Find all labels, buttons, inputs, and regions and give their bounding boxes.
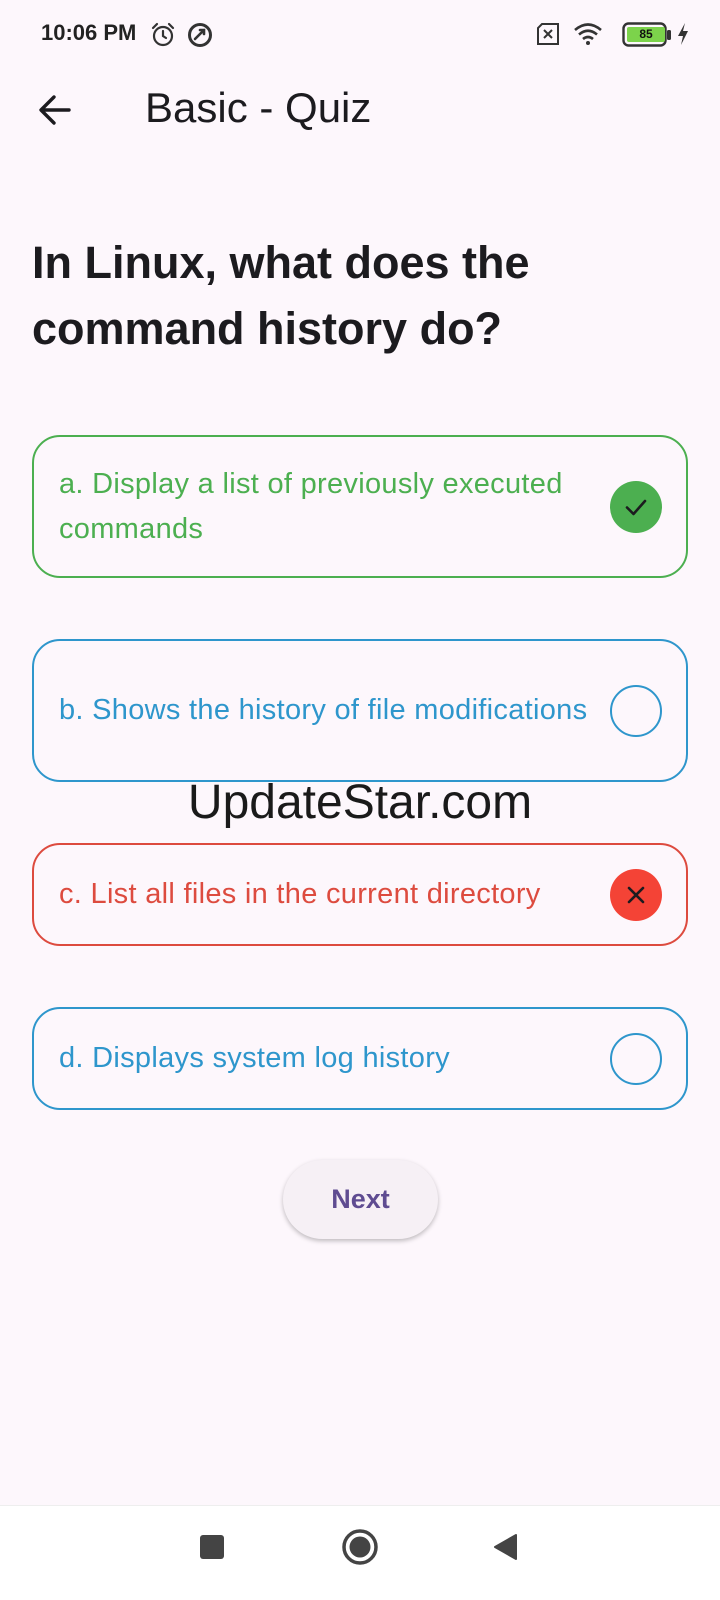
option-b[interactable]: b. Shows the history of file modificatio… bbox=[32, 639, 688, 782]
check-icon bbox=[610, 480, 662, 533]
back-triangle-icon[interactable] bbox=[490, 1532, 520, 1567]
app-notification-icon bbox=[187, 22, 213, 53]
option-d-label: d. Displays system log history bbox=[59, 1042, 450, 1074]
status-bar: 10:06 PM 85 bbox=[0, 0, 720, 70]
option-d[interactable]: d. Displays system log history bbox=[32, 1007, 688, 1110]
option-c[interactable]: c. List all files in the current directo… bbox=[32, 843, 688, 946]
page-title: Basic - Quiz bbox=[145, 84, 372, 131]
no-sim-icon bbox=[536, 22, 562, 51]
option-b-label: b. Shows the history of file modificatio… bbox=[59, 694, 588, 726]
quiz-screen: 10:06 PM 85 Basic - Quiz In Linux, what … bbox=[0, 0, 720, 1600]
option-c-label: c. List all files in the current directo… bbox=[59, 878, 541, 910]
battery-icon: 85 bbox=[622, 22, 672, 53]
arrow-back-icon bbox=[39, 95, 71, 125]
alarm-icon bbox=[150, 22, 176, 53]
option-a[interactable]: a. Display a list of previously executed… bbox=[32, 435, 688, 578]
status-time: 10:06 PM bbox=[41, 20, 137, 45]
battery-level: 85 bbox=[627, 27, 665, 42]
empty-circle-icon bbox=[610, 684, 662, 737]
navigation-bar bbox=[0, 1505, 720, 1600]
option-a-label: a. Display a list of previously executed… bbox=[59, 467, 563, 545]
close-icon bbox=[610, 868, 662, 921]
back-button[interactable] bbox=[30, 85, 80, 135]
charging-icon bbox=[676, 22, 690, 51]
watermark: UpdateStar.com bbox=[187, 776, 533, 829]
empty-circle-icon bbox=[610, 1032, 662, 1085]
question-text: In Linux, what does the command history … bbox=[32, 237, 530, 354]
next-button[interactable]: Next bbox=[283, 1160, 438, 1239]
wifi-icon bbox=[573, 22, 603, 51]
recents-icon[interactable] bbox=[197, 1532, 227, 1567]
app-bar: Basic - Quiz bbox=[0, 70, 720, 150]
home-icon[interactable] bbox=[340, 1529, 380, 1572]
